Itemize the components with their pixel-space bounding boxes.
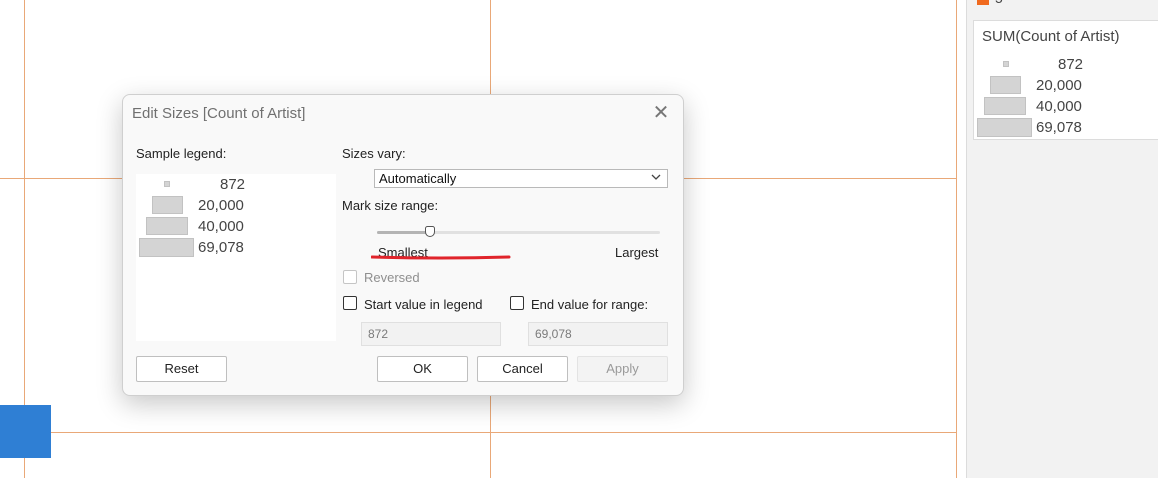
size-legend-card[interactable]: SUM(Count of Artist) 872 20,000 40,000 6… <box>973 20 1158 140</box>
mark-size-range-label: Mark size range: <box>342 198 439 213</box>
sample-legend-mark <box>164 181 170 187</box>
size-legend-mark <box>984 97 1026 115</box>
end-value-checkbox[interactable] <box>510 296 524 310</box>
size-legend-title: SUM(Count of Artist) <box>982 28 1120 45</box>
mark-size-slider-handle[interactable] <box>425 226 435 237</box>
sizes-vary-dropdown[interactable]: Automatically <box>374 169 668 188</box>
size-legend-mark <box>1003 61 1009 67</box>
reversed-checkbox[interactable] <box>343 270 357 284</box>
sample-legend-value: 20,000 <box>198 197 244 214</box>
slider-max-label: Largest <box>615 245 659 260</box>
red-annotation-underline <box>371 255 511 260</box>
apply-button[interactable]: Apply <box>577 356 668 382</box>
size-legend-value: 40,000 <box>1036 98 1082 115</box>
sample-legend-mark <box>152 196 183 214</box>
dialog-title: Edit Sizes [Count of Artist] <box>132 105 306 122</box>
edit-sizes-dialog: Edit Sizes [Count of Artist] ✕ Sample le… <box>122 94 684 396</box>
start-value-input[interactable]: 872 <box>361 322 501 346</box>
reset-button[interactable]: Reset <box>136 356 227 382</box>
size-legend-value: 872 <box>1058 56 1084 73</box>
chevron-down-icon <box>651 171 661 189</box>
color-legend-swatch[interactable] <box>977 0 989 5</box>
size-legend-mark <box>977 118 1032 137</box>
sample-legend-value: 872 <box>220 176 246 193</box>
reversed-label: Reversed <box>364 270 420 285</box>
cancel-button[interactable]: Cancel <box>477 356 568 382</box>
data-mark[interactable] <box>0 405 51 458</box>
sizes-vary-value: Automatically <box>379 171 457 186</box>
size-legend-value: 69,078 <box>1036 119 1082 136</box>
grid-line-vertical <box>956 0 957 478</box>
end-value-input[interactable]: 69,078 <box>528 322 668 346</box>
close-icon[interactable]: ✕ <box>651 103 671 123</box>
size-legend-value: 20,000 <box>1036 77 1082 94</box>
sample-legend-value: 40,000 <box>198 218 244 235</box>
end-value-label: End value for range: <box>531 297 649 312</box>
color-legend-label: 5 <box>995 0 1003 6</box>
sample-legend-box: 872 20,000 40,000 69,078 <box>136 174 336 341</box>
grid-line-horizontal <box>0 432 957 433</box>
sample-legend-mark <box>139 238 194 257</box>
ok-button[interactable]: OK <box>377 356 468 382</box>
start-value-checkbox[interactable] <box>343 296 357 310</box>
mark-size-slider-fill <box>377 231 429 234</box>
sample-legend-label: Sample legend: <box>136 146 227 161</box>
sample-legend-value: 69,078 <box>198 239 244 256</box>
sample-legend-mark <box>146 217 188 235</box>
size-legend-mark <box>990 76 1021 94</box>
start-value-label: Start value in legend <box>364 297 483 312</box>
sizes-vary-label: Sizes vary: <box>342 146 406 161</box>
